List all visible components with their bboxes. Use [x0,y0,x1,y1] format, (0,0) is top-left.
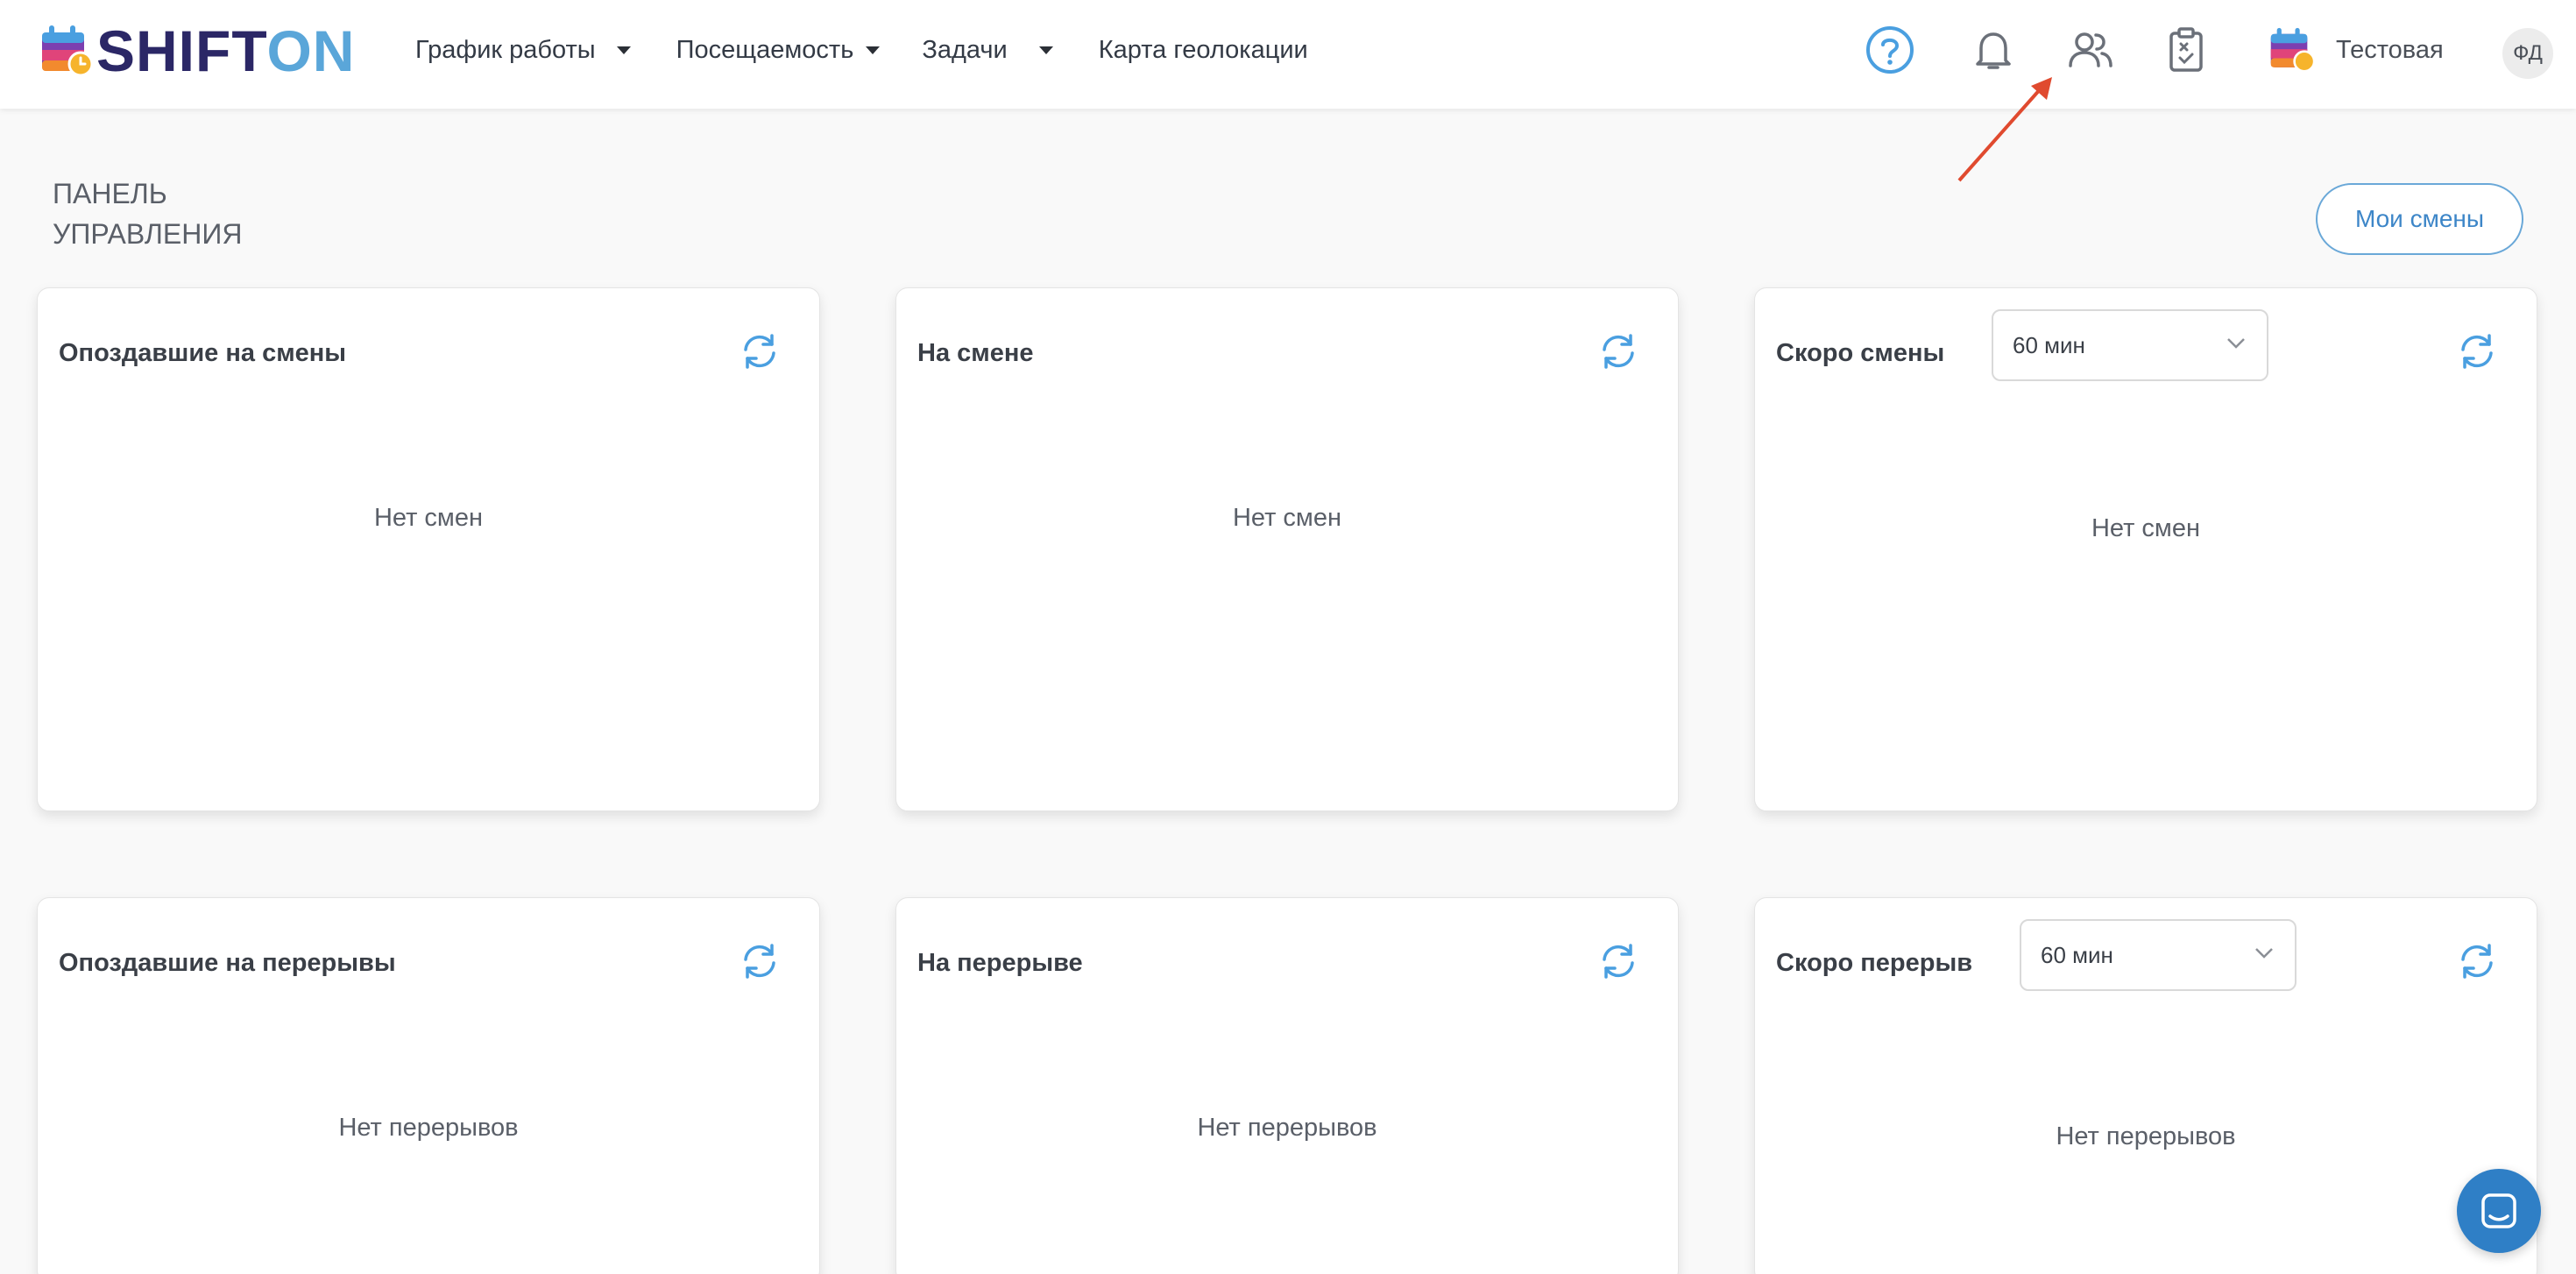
page-title-line1: ПАНЕЛЬ [53,178,167,209]
page-title-line2: УПРАВЛЕНИЯ [53,218,243,250]
caret-down-icon [616,46,631,54]
top-header: SHIFTON График работы Посещаемость Задач… [0,0,2576,109]
refresh-icon[interactable] [739,330,781,372]
soon-shifts-card: Скоро смены 60 мин Нет смен [1754,287,2537,811]
empty-state: Нет смен [373,504,484,532]
card-title: На смене [917,339,1034,367]
empty-state: Нет перерывов [338,1114,519,1142]
on-shift-card: На смене Нет смен [895,287,1679,811]
empty-state: Нет смен [2091,514,2201,542]
logo-text: SHIFTON [96,22,355,80]
nav-geo-map[interactable]: Карта геолокации [1099,36,1308,65]
on-break-card: На перерыве Нет перерывов [895,897,1679,1274]
nav-schedule-label: График работы [415,35,596,64]
main-nav: График работы Посещаемость Задачи Карта … [415,0,1308,100]
card-title: На перерыве [917,949,1083,977]
chevron-down-icon [2255,948,2273,959]
chevron-down-icon [2227,338,2245,349]
refresh-icon[interactable] [2456,940,2498,982]
nav-attendance[interactable]: Посещаемость [676,36,881,65]
shifton-logo[interactable]: SHIFTON [40,22,355,80]
chat-icon [2481,1193,2516,1228]
calendar-logo-icon [42,25,93,77]
nav-attendance-label: Посещаемость [676,35,854,64]
avatar[interactable]: ФД [2502,28,2553,79]
bell-icon[interactable] [1966,23,2020,77]
late-shifts-card: Опоздавшие на смены Нет смен [37,287,820,811]
caret-down-icon [1038,46,1053,54]
empty-state: Нет перерывов [2056,1122,2236,1150]
refresh-icon[interactable] [2456,330,2498,372]
page-title: ПАНЕЛЬ УПРАВЛЕНИЯ [53,173,242,254]
card-title: Скоро перерыв [1776,949,1973,977]
nav-geo-map-label: Карта геолокации [1098,35,1308,64]
card-title: Опоздавшие на перерывы [59,949,396,977]
time-window-select[interactable]: 60 мин [1992,309,2268,381]
card-title: Скоро смены [1776,339,1945,367]
help-icon[interactable] [1863,23,1917,77]
logo-text-dark: SHIFT [96,18,267,83]
select-value: 60 мин [2041,941,2113,968]
refresh-icon[interactable] [1597,330,1639,372]
account-name: Тестовая [2336,35,2444,64]
account-switcher[interactable]: Тестовая [2269,26,2444,74]
nav-tasks[interactable]: Задачи [922,35,1053,65]
clipboard-icon[interactable] [2159,23,2213,77]
refresh-icon[interactable] [1597,940,1639,982]
my-shifts-button[interactable]: Мои смены [2316,183,2523,255]
users-icon[interactable] [2063,23,2118,77]
select-value: 60 мин [2013,331,2085,358]
time-window-select[interactable]: 60 мин [2020,919,2296,991]
refresh-icon[interactable] [739,940,781,982]
empty-state: Нет смен [1232,504,1342,532]
card-title: Опоздавшие на смены [59,339,347,367]
chat-launcher-button[interactable] [2457,1169,2541,1253]
calendar-logo-icon [2270,27,2315,73]
logo-text-light: ON [266,18,356,83]
annotation-arrow [1957,77,2052,182]
nav-tasks-label: Задачи [922,35,1008,64]
nav-schedule[interactable]: График работы [415,36,631,65]
empty-state: Нет перерывов [1197,1114,1377,1142]
caret-down-icon [866,46,881,54]
soon-breaks-card: Скоро перерыв 60 мин Нет перерывов [1754,897,2537,1274]
late-breaks-card: Опоздавшие на перерывы Нет перерывов [37,897,820,1274]
